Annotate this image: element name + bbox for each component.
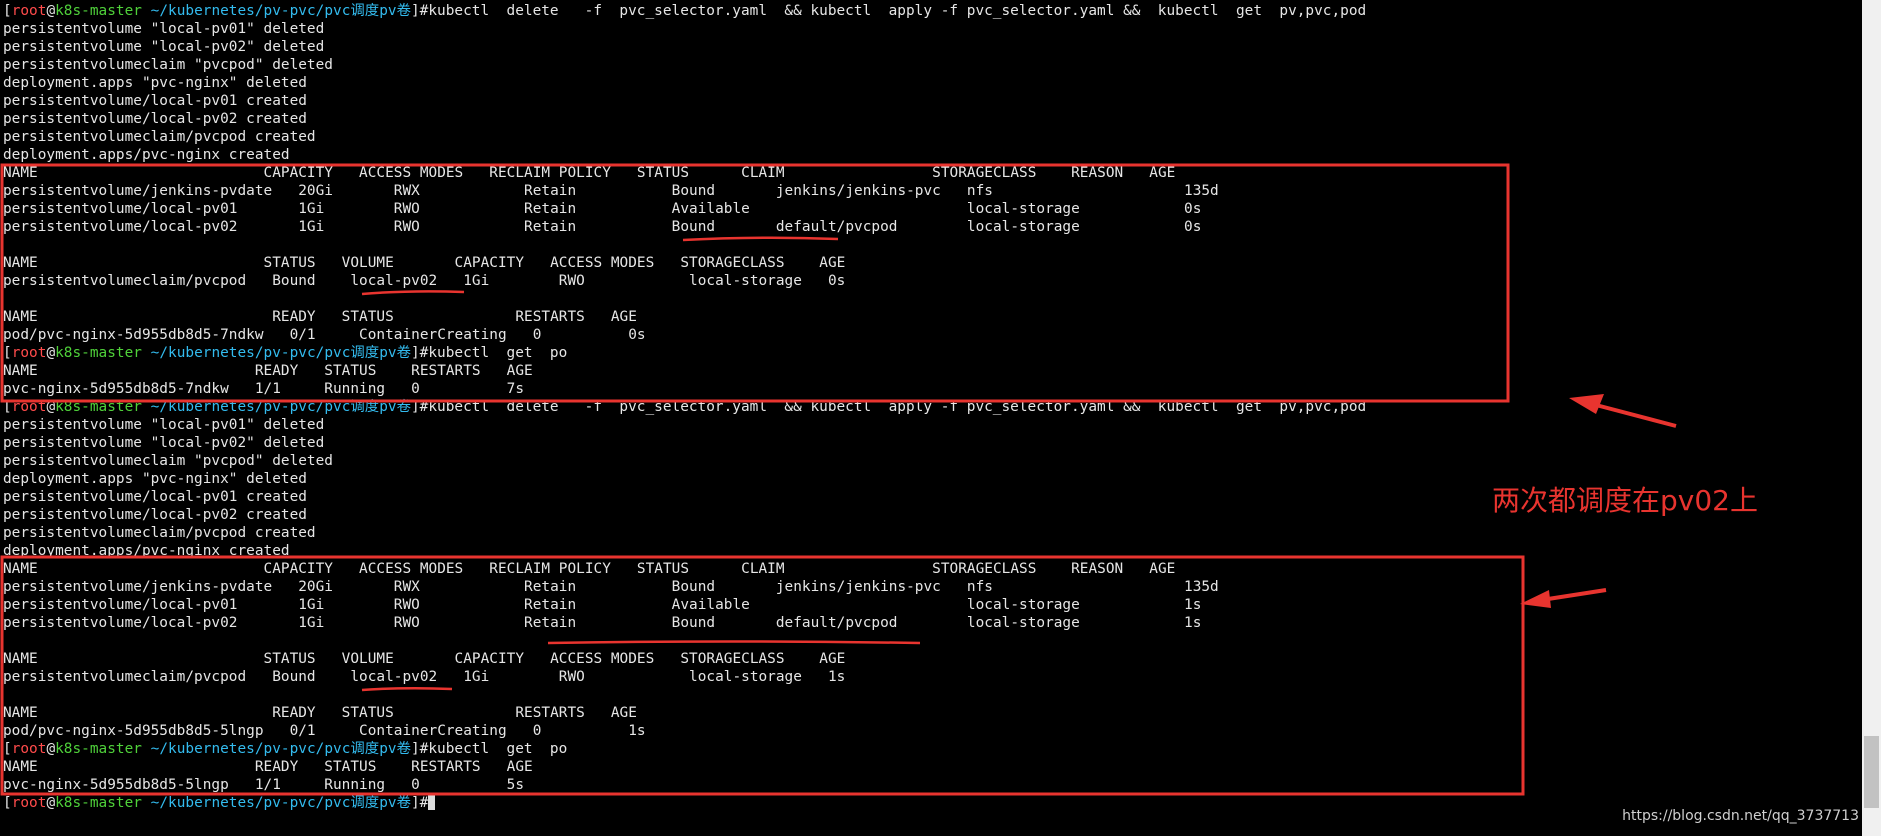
scrollbar-thumb[interactable] <box>1864 736 1879 808</box>
underline-bound-pvcpod-1 <box>682 236 839 242</box>
watermark-url: https://blog.csdn.net/qq_3737713 <box>1622 808 1859 824</box>
underline-local-pv02-2 <box>361 686 453 692</box>
highlight-box-run-1 <box>0 163 1510 403</box>
vertical-scrollbar[interactable] <box>1862 0 1881 836</box>
arrow-icon-lower <box>1520 588 1607 608</box>
underline-bound-pvcpod-2 <box>547 640 921 645</box>
underline-local-pv02-1 <box>361 290 465 296</box>
annotation-label: 两次都调度在pv02上 <box>1492 484 1758 517</box>
annotation-overlay <box>0 163 1677 796</box>
highlight-box-run-2 <box>0 555 1525 796</box>
arrow-icon-upper <box>1569 394 1677 428</box>
